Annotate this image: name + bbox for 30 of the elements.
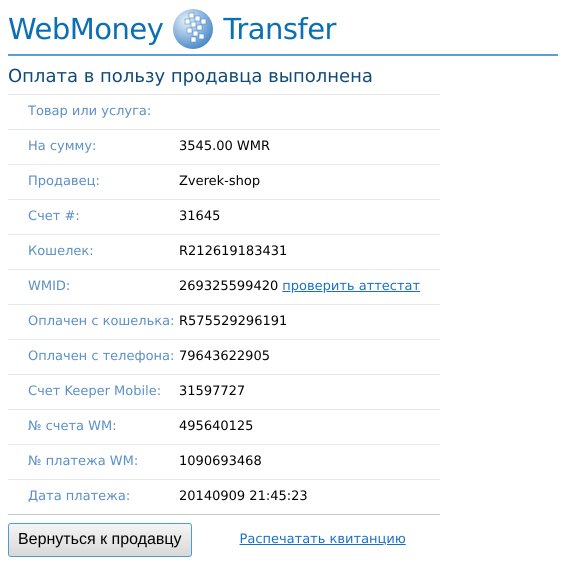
field-value: R212619183431 (179, 243, 288, 262)
field-value: 79643622905 (179, 348, 270, 366)
logo-text: WebMoney (8, 11, 164, 48)
field-value: Zverek-shop (179, 173, 260, 192)
print-receipt-link[interactable]: Распечатать квитанцию (240, 530, 406, 550)
back-to-seller-button[interactable]: Вернуться к продавцу (8, 523, 192, 557)
field-label: № платежа WM: (27, 453, 140, 472)
field-label: Оплачен с телефона: (27, 348, 176, 366)
field-value: 495640125 (179, 418, 254, 436)
field-value: 1090693468 (179, 453, 262, 472)
field-value: 31597727 (179, 383, 246, 402)
field-value: 20140909 21:45:23 (179, 488, 308, 506)
field-label: WMID: (27, 278, 72, 296)
logo-text: Transfer (223, 11, 336, 48)
field-label: Счет #: (27, 208, 81, 226)
field-label: Товар или услуга: (27, 103, 152, 122)
field-value: 31645 (179, 208, 220, 226)
field-label: Счет Keeper Mobile: (27, 383, 162, 402)
field-label: Продавец: (27, 173, 101, 192)
field-value: R575529296191 (179, 313, 288, 332)
page-title: Оплата в пользу продавца выполнена (8, 66, 374, 88)
field-label: № счета WM: (27, 418, 118, 436)
field-value: 3545.00 WMR (179, 138, 270, 156)
field-label: Кошелек: (27, 243, 95, 262)
field-label: На сумму: (27, 138, 98, 156)
check-attestation-link[interactable]: проверить аттестат (282, 277, 420, 297)
globe-logo-icon (171, 7, 216, 51)
field-label: Дата платежа: (27, 488, 132, 506)
field-value: 269325599420 (179, 278, 278, 296)
field-label: Оплачен с кошелька: (27, 313, 176, 332)
